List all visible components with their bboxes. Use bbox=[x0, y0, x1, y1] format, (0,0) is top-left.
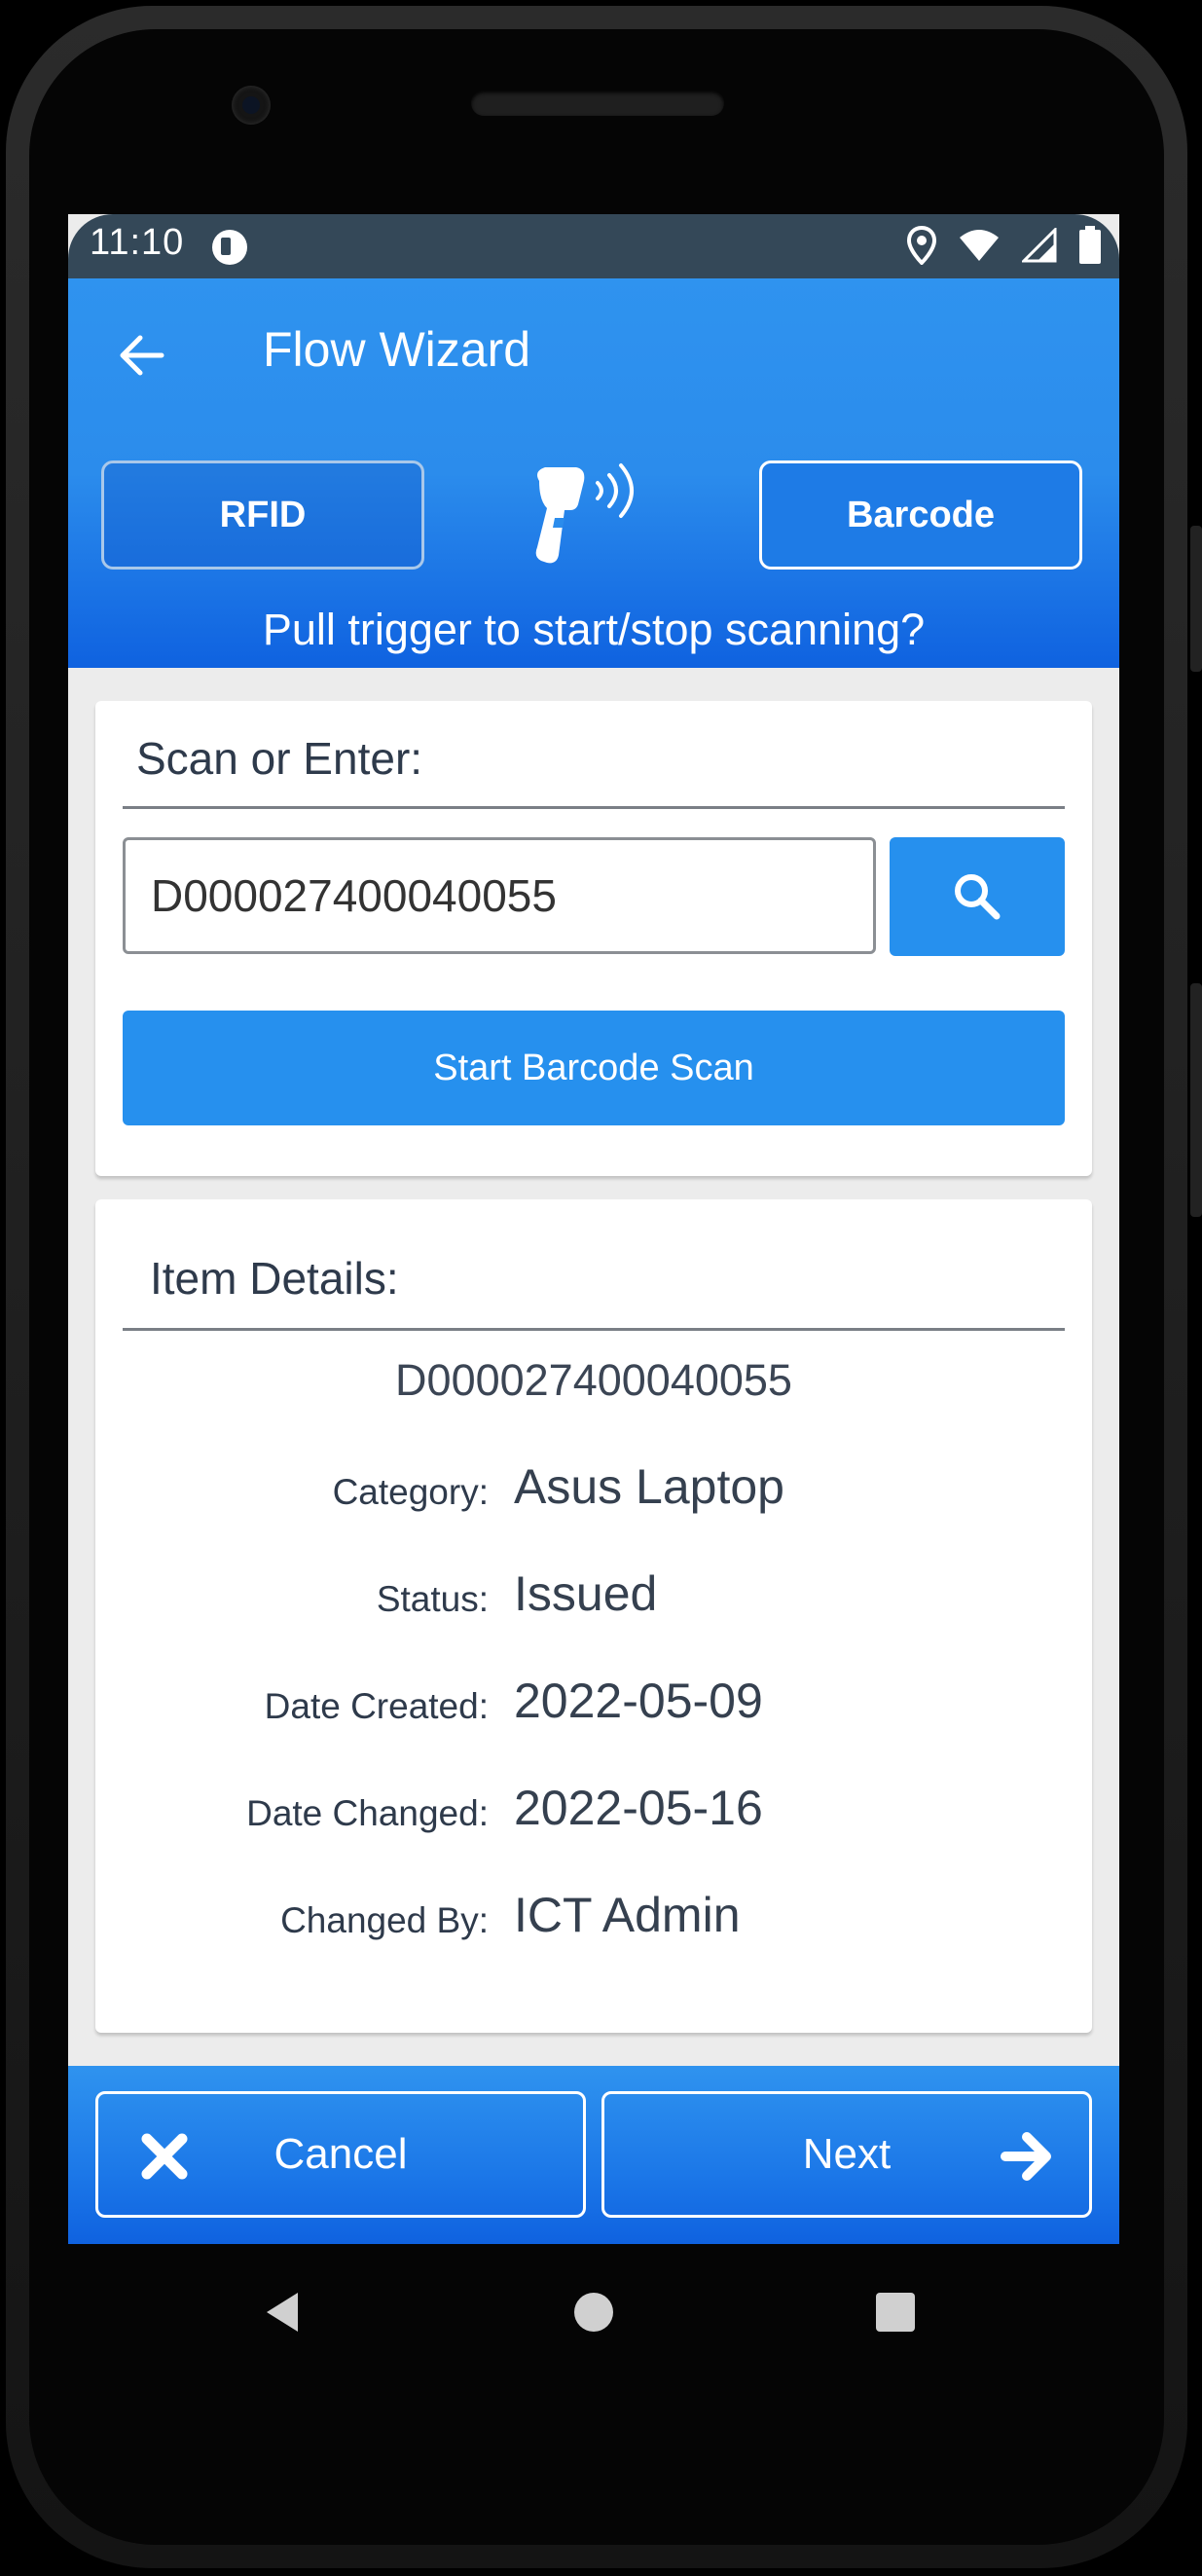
detail-row-status: Status: Issued bbox=[95, 1562, 1092, 1630]
scan-card-title: Scan or Enter: bbox=[136, 733, 423, 784]
item-details-card: Item Details: D000027400040055 Category:… bbox=[95, 1199, 1092, 2033]
signal-icon bbox=[1022, 228, 1057, 263]
search-icon bbox=[955, 874, 1001, 920]
arrow-left-icon[interactable] bbox=[113, 327, 169, 384]
detail-label: Date Changed: bbox=[246, 1793, 489, 1833]
power-button bbox=[1190, 983, 1202, 1217]
nav-home-icon[interactable] bbox=[565, 2283, 623, 2341]
close-icon bbox=[141, 2133, 188, 2180]
detail-value: ICT Admin bbox=[514, 1888, 741, 1942]
barcode-mode-button[interactable]: Barcode bbox=[759, 460, 1082, 570]
detail-label: Changed By: bbox=[280, 1900, 489, 1940]
detail-value: Asus Laptop bbox=[514, 1459, 784, 1514]
volume-button bbox=[1190, 526, 1202, 672]
divider bbox=[123, 806, 1065, 809]
detail-label: Category: bbox=[332, 1472, 489, 1512]
rfid-mode-button[interactable]: RFID bbox=[101, 460, 424, 570]
scan-hint: Pull trigger to start/stop scanning? bbox=[262, 605, 926, 654]
item-details-title: Item Details: bbox=[150, 1253, 399, 1304]
start-barcode-scan-button[interactable]: Start Barcode Scan bbox=[123, 1011, 1065, 1125]
item-id: D000027400040055 bbox=[395, 1355, 792, 1405]
detail-row-date-created: Date Created: 2022-05-09 bbox=[95, 1669, 1092, 1737]
scan-card: Scan or Enter: Start Barcode Scan bbox=[95, 701, 1092, 1176]
detail-label: Date Created: bbox=[264, 1686, 489, 1726]
app-screen: 11:10 Flow Wizard RFID Barcode Pull trig… bbox=[68, 214, 1119, 2244]
status-time: 11:10 bbox=[90, 222, 185, 263]
front-camera bbox=[232, 86, 271, 125]
detail-row-category: Category: Asus Laptop bbox=[95, 1454, 1092, 1523]
divider bbox=[123, 1328, 1065, 1331]
nav-recents-icon[interactable] bbox=[866, 2283, 925, 2341]
search-button[interactable] bbox=[890, 837, 1065, 956]
page-title: Flow Wizard bbox=[263, 322, 531, 377]
wifi-icon bbox=[960, 230, 999, 261]
cancel-button[interactable]: Cancel bbox=[95, 2091, 586, 2218]
barcode-scanner-icon bbox=[535, 463, 634, 564]
detail-value: 2022-05-09 bbox=[514, 1674, 763, 1728]
app-header: Flow Wizard RFID Barcode Pull trigger to… bbox=[68, 278, 1119, 668]
detail-value: 2022-05-16 bbox=[514, 1781, 763, 1835]
scan-input[interactable] bbox=[123, 837, 876, 954]
detail-value: Issued bbox=[514, 1566, 658, 1621]
nav-back-icon[interactable] bbox=[253, 2283, 311, 2341]
phone-frame: 11:10 Flow Wizard RFID Barcode Pull trig… bbox=[0, 0, 1202, 2576]
footer-bar: Cancel Next bbox=[68, 2066, 1119, 2244]
cancel-label: Cancel bbox=[273, 2130, 408, 2178]
arrow-right-icon bbox=[1001, 2132, 1051, 2181]
system-nav-bar bbox=[68, 2244, 1119, 2380]
location-icon bbox=[907, 226, 936, 265]
detail-row-changed-by: Changed By: ICT Admin bbox=[95, 1883, 1092, 1951]
detail-label: Status: bbox=[376, 1579, 489, 1619]
status-icons bbox=[907, 226, 1102, 265]
earpiece-speaker bbox=[471, 91, 724, 116]
next-button[interactable]: Next bbox=[601, 2091, 1092, 2218]
notification-icon bbox=[212, 230, 247, 265]
battery-icon bbox=[1079, 226, 1101, 264]
detail-row-date-changed: Date Changed: 2022-05-16 bbox=[95, 1776, 1092, 1844]
next-label: Next bbox=[802, 2130, 892, 2178]
status-bar: 11:10 bbox=[68, 214, 1119, 278]
